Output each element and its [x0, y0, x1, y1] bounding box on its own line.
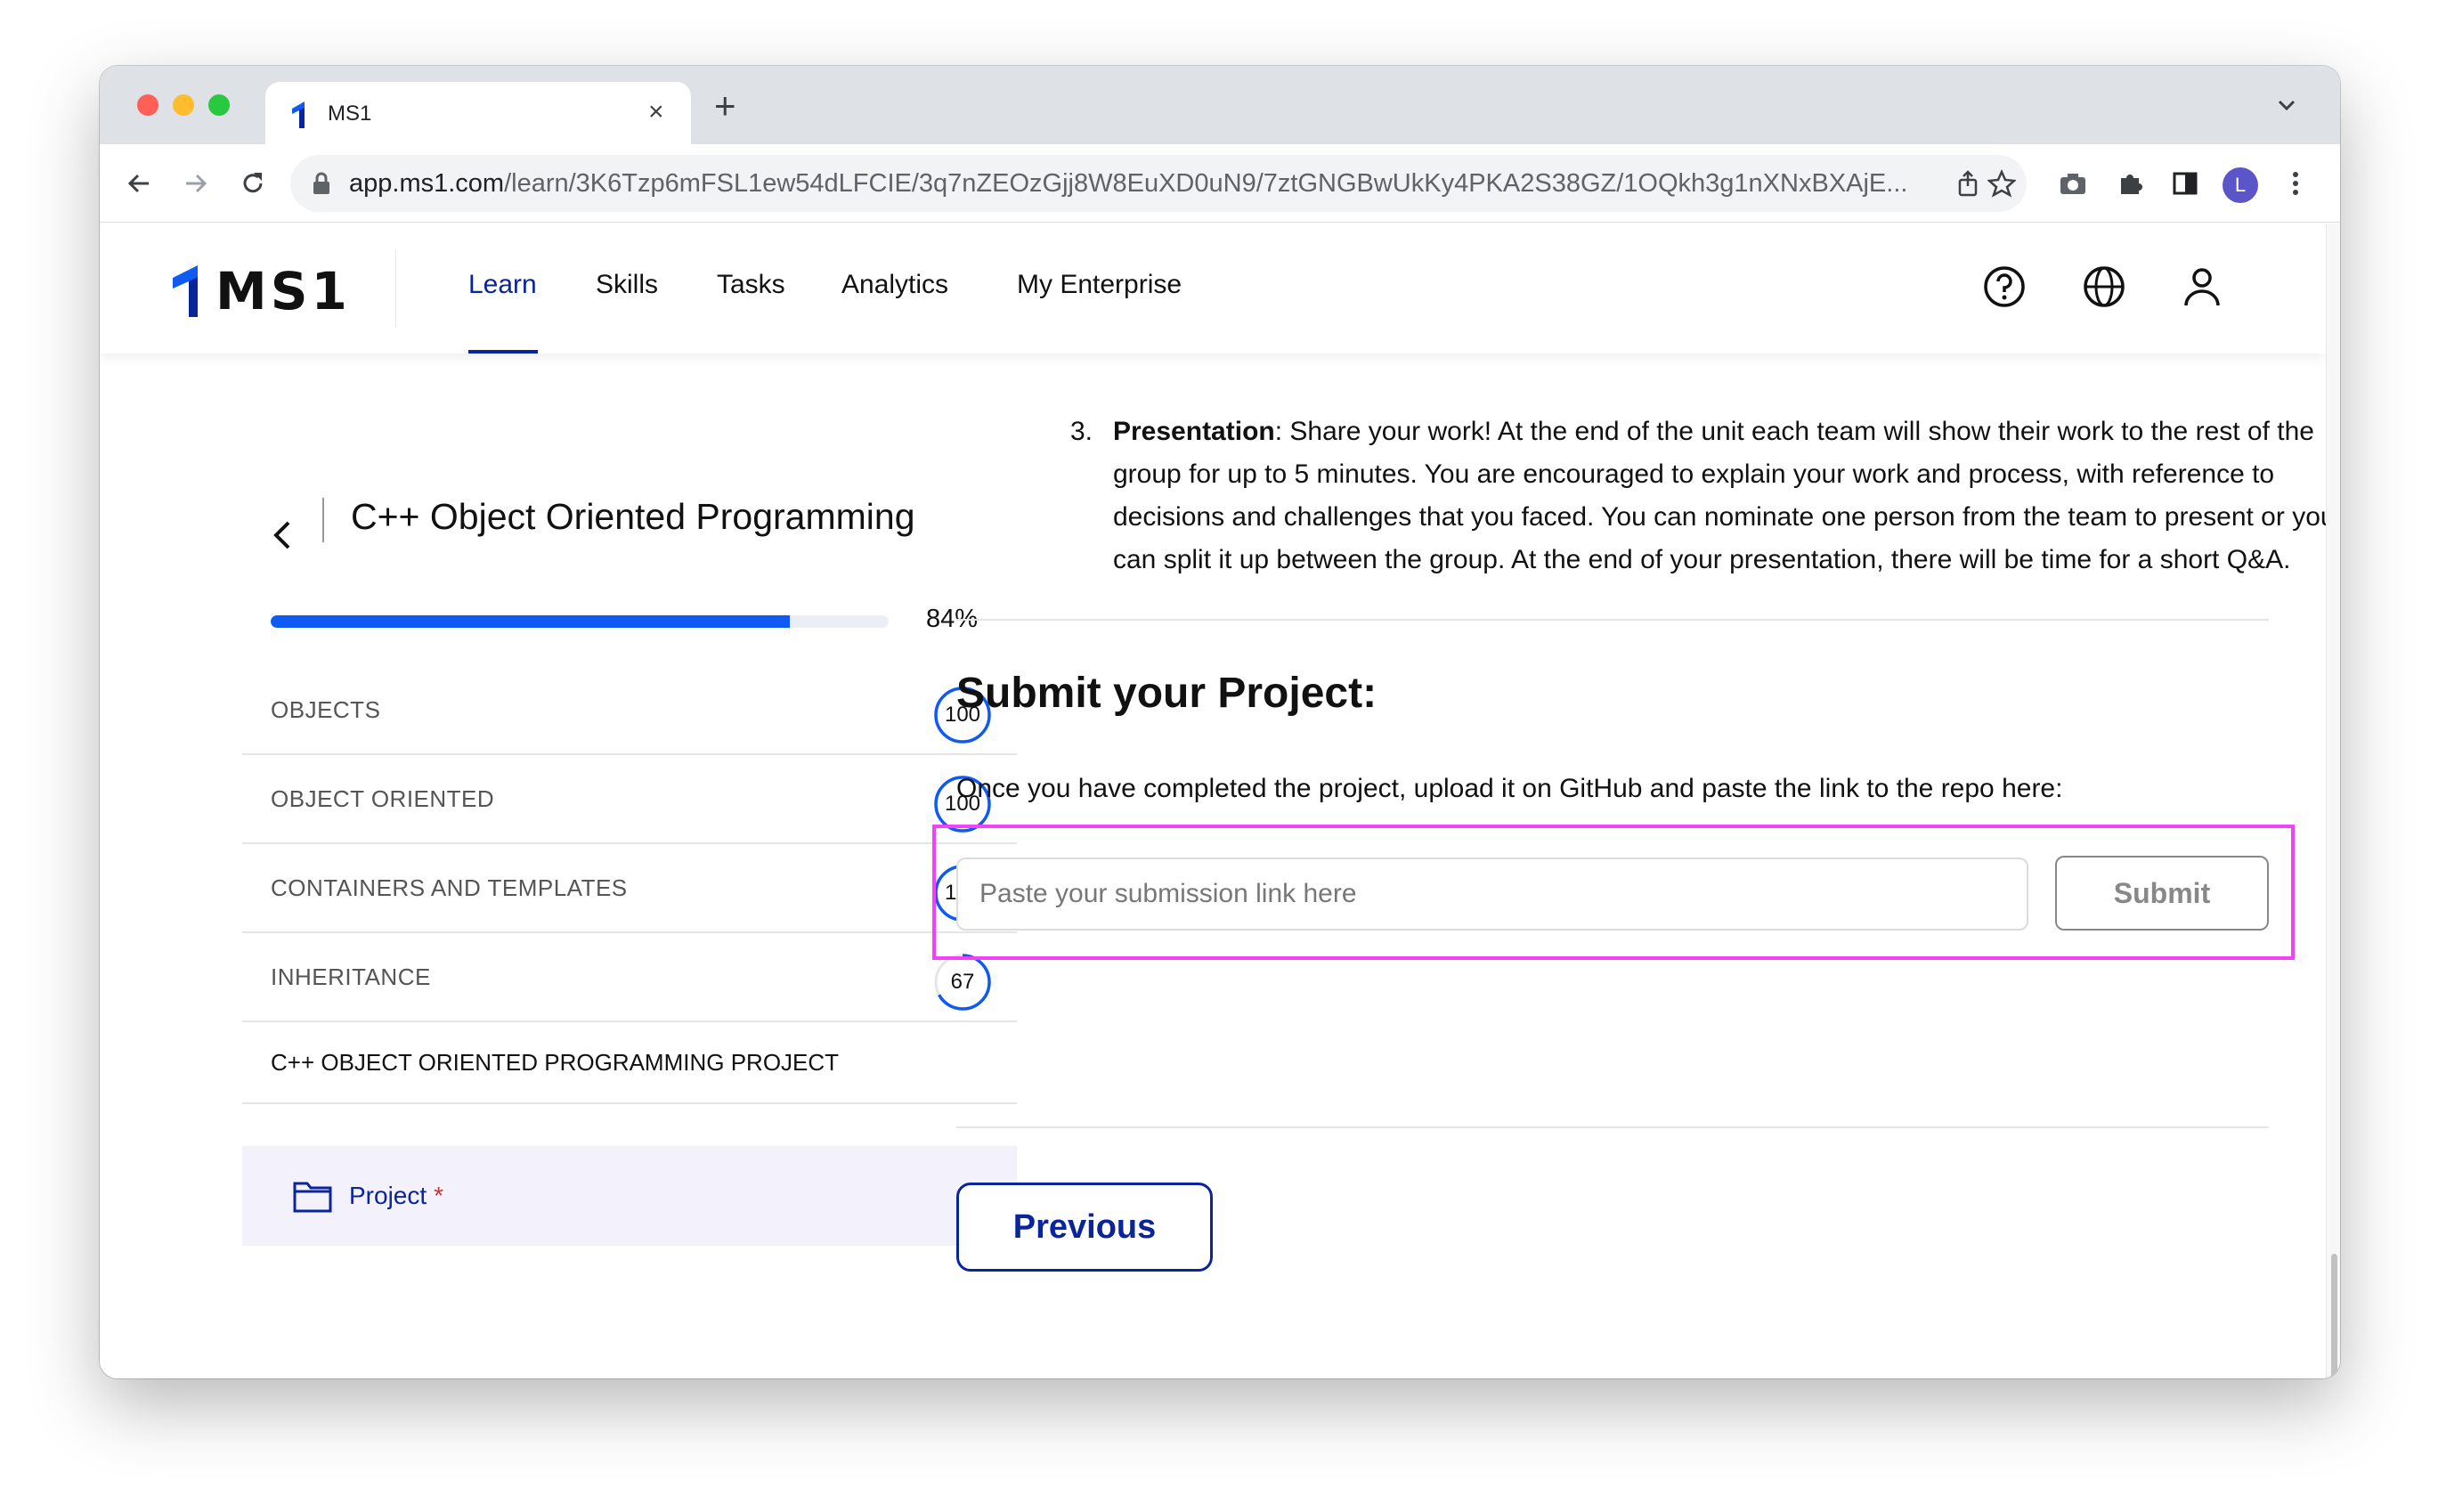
lesson-score-ring: 67 — [933, 953, 992, 1012]
course-title-separator — [322, 498, 324, 542]
course-progress-fill — [271, 615, 790, 628]
presentation-heading: Presentation — [1113, 417, 1275, 446]
divider — [956, 619, 2269, 621]
ms1-favicon-icon — [292, 102, 305, 128]
lesson-row-object-oriented[interactable]: OBJECT ORIENTED 100 — [242, 755, 1017, 844]
section-row-project[interactable]: C++ OBJECT ORIENTED PROGRAMMING PROJECT — [242, 1022, 1017, 1104]
required-mark: * — [434, 1182, 444, 1209]
lesson-row-inheritance[interactable]: INHERITANCE 67 — [242, 933, 1017, 1022]
new-tab-button[interactable]: + — [714, 84, 736, 128]
lesson-row-containers-and-templates[interactable]: CONTAINERS AND TEMPLATES 100 — [242, 844, 1017, 933]
nav-analytics[interactable]: Analytics — [841, 270, 948, 300]
globe-icon[interactable] — [2082, 264, 2126, 309]
nav-skills[interactable]: Skills — [596, 270, 658, 300]
browser-toolbar: app.ms1.com/learn/3K6Tzp6mFSL1ew54dLFCIE… — [100, 144, 2340, 223]
ms1-logo-icon — [173, 265, 198, 317]
section-label: C++ OBJECT ORIENTED PROGRAMMING PROJECT — [271, 1049, 840, 1076]
close-window-button[interactable] — [137, 94, 158, 116]
address-bar[interactable]: app.ms1.com/learn/3K6Tzp6mFSL1ew54dLFCIE… — [290, 155, 2027, 212]
tab-search-chevron-icon[interactable] — [2274, 93, 2299, 118]
logo-text: MS1 — [215, 261, 351, 321]
share-icon[interactable] — [1950, 166, 1986, 201]
lesson-label: OBJECT ORIENTED — [271, 785, 495, 812]
folder-icon — [293, 1182, 332, 1213]
minimize-window-button[interactable] — [173, 94, 194, 116]
browser-menu-icon[interactable] — [2278, 166, 2313, 201]
nav-my-enterprise[interactable]: My Enterprise — [1017, 270, 1182, 300]
lesson-row-objects[interactable]: OBJECTS 100 — [242, 666, 1017, 755]
lesson-label: OBJECTS — [271, 696, 381, 723]
ms1-logo[interactable]: MS1 — [171, 261, 351, 321]
page-viewport: MS1 Learn Skills Tasks Analytics My Ente… — [100, 224, 2326, 1378]
course-title: C++ Object Oriented Programming — [351, 496, 915, 537]
submit-project-title: Submit your Project: — [956, 670, 1377, 717]
bookmark-star-icon[interactable] — [1984, 166, 2019, 201]
divider — [956, 1126, 2269, 1128]
tab-title: MS1 — [328, 102, 372, 126]
presentation-text: : Share your work! At the end of the uni… — [1113, 417, 2326, 574]
nav-tasks[interactable]: Tasks — [717, 270, 785, 300]
presentation-list-item: 3. Presentation: Share your work! At the… — [1070, 411, 2326, 581]
previous-button[interactable]: Previous — [956, 1183, 1213, 1272]
lesson-score-value: 67 — [950, 970, 975, 994]
tab-close-icon[interactable]: × — [648, 94, 664, 130]
help-icon[interactable] — [1982, 264, 2027, 309]
lesson-label: INHERITANCE — [271, 963, 431, 990]
camera-icon[interactable] — [2055, 166, 2091, 201]
reload-icon[interactable] — [235, 166, 271, 201]
site-header: MS1 Learn Skills Tasks Analytics My Ente… — [100, 224, 2326, 354]
side-panel-icon[interactable] — [2167, 166, 2203, 201]
browser-tab[interactable]: MS1 × — [265, 82, 691, 144]
lesson-label: CONTAINERS AND TEMPLATES — [271, 874, 628, 901]
back-chevron-icon[interactable] — [269, 517, 296, 553]
list-number: 3. — [1070, 417, 1093, 446]
back-arrow-icon[interactable] — [121, 166, 157, 201]
course-progress-bar — [271, 615, 889, 628]
header-divider — [395, 250, 396, 327]
forward-arrow-icon[interactable] — [178, 166, 214, 201]
lock-icon — [313, 172, 329, 194]
nav-active-indicator — [468, 350, 538, 354]
browser-window: MS1 × + app.ms1.com/learn/3K6Tzp6mFSL1ew… — [100, 66, 2340, 1378]
user-profile-icon[interactable] — [2180, 264, 2224, 309]
submission-link-input[interactable] — [956, 858, 2028, 931]
page-scrollbar[interactable] — [2326, 224, 2340, 1378]
submit-button[interactable]: Submit — [2055, 856, 2269, 931]
nav-learn[interactable]: Learn — [468, 270, 537, 300]
maximize-window-button[interactable] — [208, 94, 230, 116]
extensions-puzzle-icon[interactable] — [2112, 166, 2148, 201]
sidebar-item-project[interactable]: Project * — [242, 1146, 1017, 1246]
tab-strip: MS1 × + — [100, 66, 2340, 144]
profile-avatar[interactable]: L — [2223, 167, 2258, 203]
scrollbar-thumb[interactable] — [2331, 1254, 2337, 1378]
submit-project-description: Once you have completed the project, upl… — [956, 774, 2063, 803]
url-text[interactable]: app.ms1.com/learn/3K6Tzp6mFSL1ew54dLFCIE… — [349, 169, 1934, 199]
project-label: Project * — [349, 1182, 444, 1209]
